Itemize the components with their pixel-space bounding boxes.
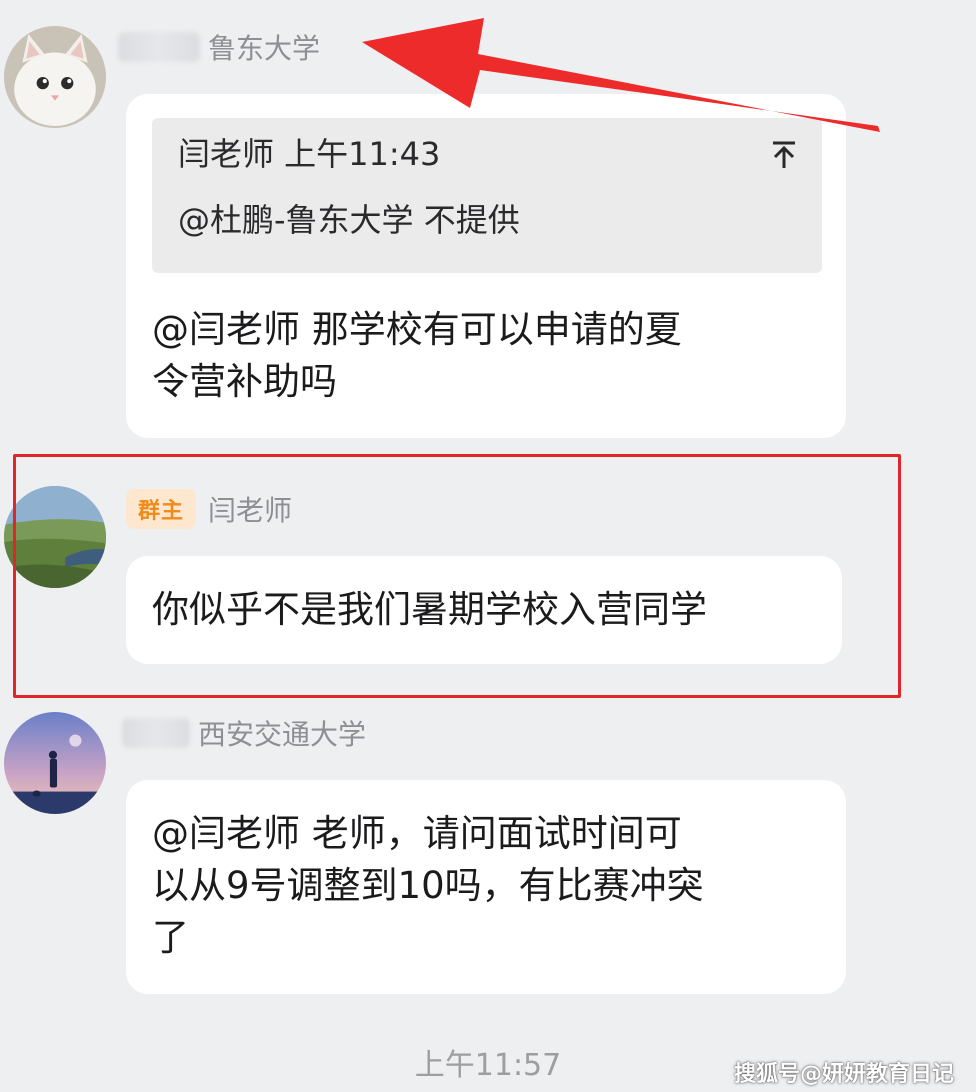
avatar-figure[interactable] bbox=[4, 712, 106, 814]
message-line: 以从9号调整到10吗，有比赛冲突 bbox=[152, 864, 704, 907]
blurred-name bbox=[118, 32, 200, 62]
sender-line-3: 西安交通大学 bbox=[122, 713, 366, 753]
sender-line-1: 鲁东大学 bbox=[118, 27, 320, 67]
quoted-message[interactable]: 闫老师 上午11:43 @杜鹏-鲁东大学 不提供 bbox=[152, 118, 822, 273]
cat-avatar-image bbox=[4, 26, 106, 128]
message-line: 令营补助吗 bbox=[152, 360, 337, 403]
sender-school: 鲁东大学 bbox=[208, 32, 321, 65]
message-line: @闫老师 那学校有可以申请的夏 bbox=[152, 308, 682, 351]
chat-screen: 鲁东大学 闫老师 上午11:43 @杜鹏-鲁东大学 不提供 @闫老师 那学校有可… bbox=[0, 0, 976, 1092]
watermark: 搜狐号@妍妍教育日记 bbox=[733, 1062, 954, 1087]
message-line: @闫老师 老师，请问面试时间可 bbox=[152, 812, 682, 855]
arrow-up-bar-icon[interactable] bbox=[770, 140, 798, 175]
blurred-name bbox=[122, 718, 190, 748]
highlight-box bbox=[13, 454, 901, 698]
figure-avatar-image bbox=[4, 712, 106, 814]
avatar-cat[interactable] bbox=[4, 26, 106, 128]
message-text-3: @闫老师 老师，请问面试时间可 以从9号调整到10吗，有比赛冲突 了 bbox=[152, 808, 704, 964]
message-bubble-3[interactable]: @闫老师 老师，请问面试时间可 以从9号调整到10吗，有比赛冲突 了 bbox=[126, 780, 846, 994]
message-bubble-1[interactable]: 闫老师 上午11:43 @杜鹏-鲁东大学 不提供 @闫老师 那学校有可以申请的夏… bbox=[126, 94, 846, 438]
message-line: 了 bbox=[152, 916, 189, 959]
sender-school: 西安交通大学 bbox=[198, 718, 367, 751]
quote-author-time: 闫老师 上午11:43 bbox=[178, 135, 441, 173]
quote-text: @杜鹏-鲁东大学 不提供 bbox=[178, 201, 520, 239]
message-text-1: @闫老师 那学校有可以申请的夏 令营补助吗 bbox=[152, 304, 682, 408]
